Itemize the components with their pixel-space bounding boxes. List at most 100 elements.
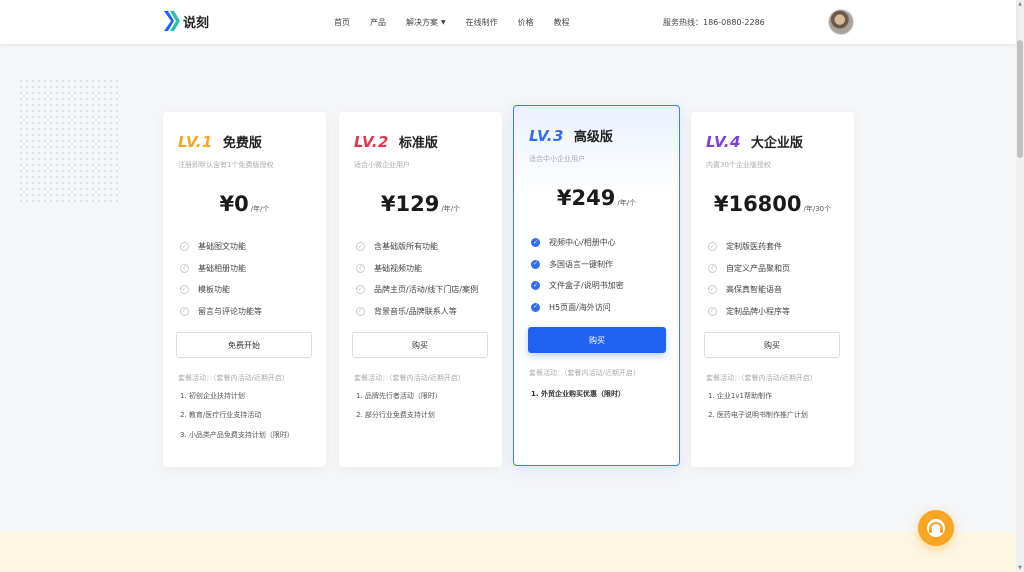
feature-label: 基础图文功能 bbox=[198, 242, 246, 252]
feature-label: 高保真智能语音 bbox=[726, 285, 782, 295]
service-hotline: 服务热线：186-0880-2286 bbox=[663, 18, 765, 27]
feature-item: ✓ 基础图文功能 bbox=[180, 236, 262, 258]
check-circle-icon: ✓ bbox=[356, 263, 365, 273]
nav-tutorials[interactable]: 教程 bbox=[554, 17, 570, 28]
plan-level: LV.4 bbox=[706, 133, 741, 151]
scroll-thumb[interactable] bbox=[1017, 40, 1023, 158]
plan-price: ¥16800 bbox=[713, 192, 802, 216]
check-circle-icon: ✓ bbox=[708, 306, 717, 316]
promo-list: 1. 初创企业扶持计划 2. 教育/医疗行业支持活动 3. 小品类产品免费支持计… bbox=[180, 386, 294, 445]
caret-down-icon: ▼ bbox=[441, 18, 446, 26]
feature-item: ✓ 视频中心/相册中心 bbox=[531, 232, 624, 254]
feature-item: ✓ 文件盒子/说明书加密 bbox=[531, 275, 624, 297]
check-circle-filled-icon: ✓ bbox=[531, 238, 540, 248]
plan-title: LV.3 高级版 bbox=[529, 126, 613, 145]
plan-description: 内置30个企业版授权 bbox=[706, 161, 771, 169]
feature-label: H5页面/海外访问 bbox=[549, 302, 611, 312]
feature-item: ✓ 基础视频功能 bbox=[356, 258, 478, 280]
plan-title: LV.1 免费版 bbox=[178, 132, 262, 151]
user-avatar[interactable] bbox=[828, 9, 854, 35]
plan-title: LV.4 大企业版 bbox=[706, 132, 803, 151]
plan-price: ¥0 bbox=[219, 192, 249, 216]
check-circle-icon: ✓ bbox=[708, 285, 717, 295]
feature-list: ✓ 含基础版所有功能 ✓ 基础视频功能 ✓ 品牌主页/活动/线下门店/案例 ✓ 背景音乐… bbox=[356, 236, 478, 322]
nav-home[interactable]: 首页 bbox=[334, 17, 350, 28]
promo-title: 套餐活动：（套餐内活动/近期开启） bbox=[706, 374, 817, 382]
plan-name: 标准版 bbox=[398, 136, 438, 151]
promo-item: 2. 医药电子说明书制作推广计划 bbox=[708, 411, 808, 420]
promo-item: 2. 教育/医疗行业支持活动 bbox=[180, 411, 262, 420]
promo-item: 3. 小品类产品免费支持计划（限时） bbox=[180, 430, 294, 439]
feature-item: ✓ 含基础版所有功能 bbox=[356, 236, 478, 258]
plan-price: ¥249 bbox=[556, 186, 616, 210]
feature-item: ✓ 定制品牌小程序等 bbox=[708, 301, 790, 323]
feature-list: ✓ 视频中心/相册中心 ✓ 多国语言一键制作 ✓ 文件盒子/说明书加密 ✓ H5页面/海… bbox=[531, 232, 624, 318]
price-unit: /年/个 bbox=[250, 205, 270, 213]
plan-level: LV.3 bbox=[529, 127, 564, 145]
check-circle-icon: ✓ bbox=[180, 306, 189, 316]
top-header: 说刻 首页 产品 解决方案 ▼ 在线制作 价格 教程 服务热线：186-0880… bbox=[0, 0, 1016, 44]
feature-label: 定制品牌小程序等 bbox=[726, 306, 790, 316]
feature-label: 自定义产品聚和页 bbox=[726, 263, 790, 273]
buy-button[interactable]: 购买 bbox=[528, 327, 666, 353]
promo-list: 1. 外贸企业购买优惠（限时） bbox=[531, 384, 625, 404]
promo-title: 套餐活动：（套餐内活动/近期开启） bbox=[178, 374, 289, 382]
feature-label: 背景音乐/品牌联系人等 bbox=[374, 306, 457, 316]
feature-label: 基础相册功能 bbox=[198, 263, 246, 273]
price-unit: /年/30个 bbox=[803, 205, 832, 213]
nav-pricing[interactable]: 价格 bbox=[518, 17, 534, 28]
plan-description: 注册即默认含有1个免费版授权 bbox=[178, 161, 274, 169]
buy-button[interactable]: 购买 bbox=[352, 332, 488, 358]
check-circle-icon: ✓ bbox=[356, 306, 365, 316]
price-row: ¥16800 /年/30个 bbox=[691, 192, 854, 216]
plan-card-lv3: LV.3 高级版 适合中小企业用户 ¥249 /年/个 ✓ 视频中心/相册中心 ✓… bbox=[513, 105, 680, 466]
plan-card-lv1: LV.1 免费版 注册即默认含有1个免费版授权 ¥0 /年/个 ✓ 基础图文功能 … bbox=[163, 112, 326, 467]
promo-item: 1. 外贸企业购买优惠（限时） bbox=[531, 389, 625, 398]
promo-list: 1. 品牌先行者活动（限时） 2. 部分行业免费支持计划 bbox=[356, 386, 442, 425]
nav-online-make[interactable]: 在线制作 bbox=[466, 17, 498, 28]
scroll-down-icon[interactable]: ▼ bbox=[1016, 564, 1024, 572]
start-free-button[interactable]: 免费开始 bbox=[176, 332, 312, 358]
price-row: ¥249 /年/个 bbox=[514, 186, 679, 210]
plan-name: 大企业版 bbox=[750, 136, 803, 151]
feature-item: ✓ 模板功能 bbox=[180, 279, 262, 301]
feature-label: 品牌主页/活动/线下门店/案例 bbox=[374, 285, 479, 295]
logo[interactable]: 说刻 bbox=[164, 10, 209, 32]
check-circle-icon: ✓ bbox=[708, 242, 717, 252]
check-circle-icon: ✓ bbox=[180, 263, 189, 273]
check-circle-icon: ✓ bbox=[708, 263, 717, 273]
page-scrollbar[interactable]: ▲ ▼ bbox=[1016, 0, 1024, 572]
feature-item: ✓ H5页面/海外访问 bbox=[531, 297, 624, 319]
dot-pattern-decoration bbox=[18, 78, 122, 202]
feature-label: 视频中心/相册中心 bbox=[549, 238, 616, 248]
feature-item: ✓ 自定义产品聚和页 bbox=[708, 258, 790, 280]
price-unit: /年/个 bbox=[441, 205, 461, 213]
plan-card-lv4: LV.4 大企业版 内置30个企业版授权 ¥16800 /年/30个 ✓ 定制版医… bbox=[691, 112, 854, 467]
main-nav: 首页 产品 解决方案 ▼ 在线制作 价格 教程 bbox=[334, 0, 590, 44]
feature-label: 多国语言一键制作 bbox=[549, 259, 613, 269]
nav-solutions[interactable]: 解决方案 ▼ bbox=[406, 17, 446, 28]
scroll-up-icon[interactable]: ▲ bbox=[1016, 0, 1024, 8]
feature-label: 留言与评论功能等 bbox=[198, 306, 262, 316]
feature-item: ✓ 多国语言一键制作 bbox=[531, 254, 624, 276]
promo-item: 2. 部分行业免费支持计划 bbox=[356, 411, 435, 420]
plan-card-lv2: LV.2 标准版 适合小微企业用户 ¥129 /年/个 ✓ 含基础版所有功能 ✓ 基… bbox=[339, 112, 502, 467]
nav-solutions-label: 解决方案 bbox=[406, 17, 438, 27]
bottom-section-band bbox=[0, 532, 1016, 572]
plan-name: 免费版 bbox=[222, 136, 262, 151]
buy-button[interactable]: 购买 bbox=[704, 332, 840, 358]
plan-level: LV.2 bbox=[354, 133, 389, 151]
feature-label: 定制版医药套件 bbox=[726, 242, 782, 252]
customer-service-button[interactable] bbox=[918, 510, 954, 546]
feature-item: ✓ 品牌主页/活动/线下门店/案例 bbox=[356, 279, 478, 301]
plan-description: 适合小微企业用户 bbox=[354, 161, 410, 169]
plan-name: 高级版 bbox=[573, 130, 613, 145]
feature-label: 含基础版所有功能 bbox=[374, 242, 438, 252]
logo-icon bbox=[164, 11, 180, 31]
feature-list: ✓ 定制版医药套件 ✓ 自定义产品聚和页 ✓ 高保真智能语音 ✓ 定制品牌小程序等 bbox=[708, 236, 790, 322]
plan-title: LV.2 标准版 bbox=[354, 132, 438, 151]
check-circle-icon: ✓ bbox=[356, 285, 365, 295]
feature-item: ✓ 基础相册功能 bbox=[180, 258, 262, 280]
nav-products[interactable]: 产品 bbox=[370, 17, 386, 28]
promo-item: 1. 品牌先行者活动（限时） bbox=[356, 391, 442, 400]
